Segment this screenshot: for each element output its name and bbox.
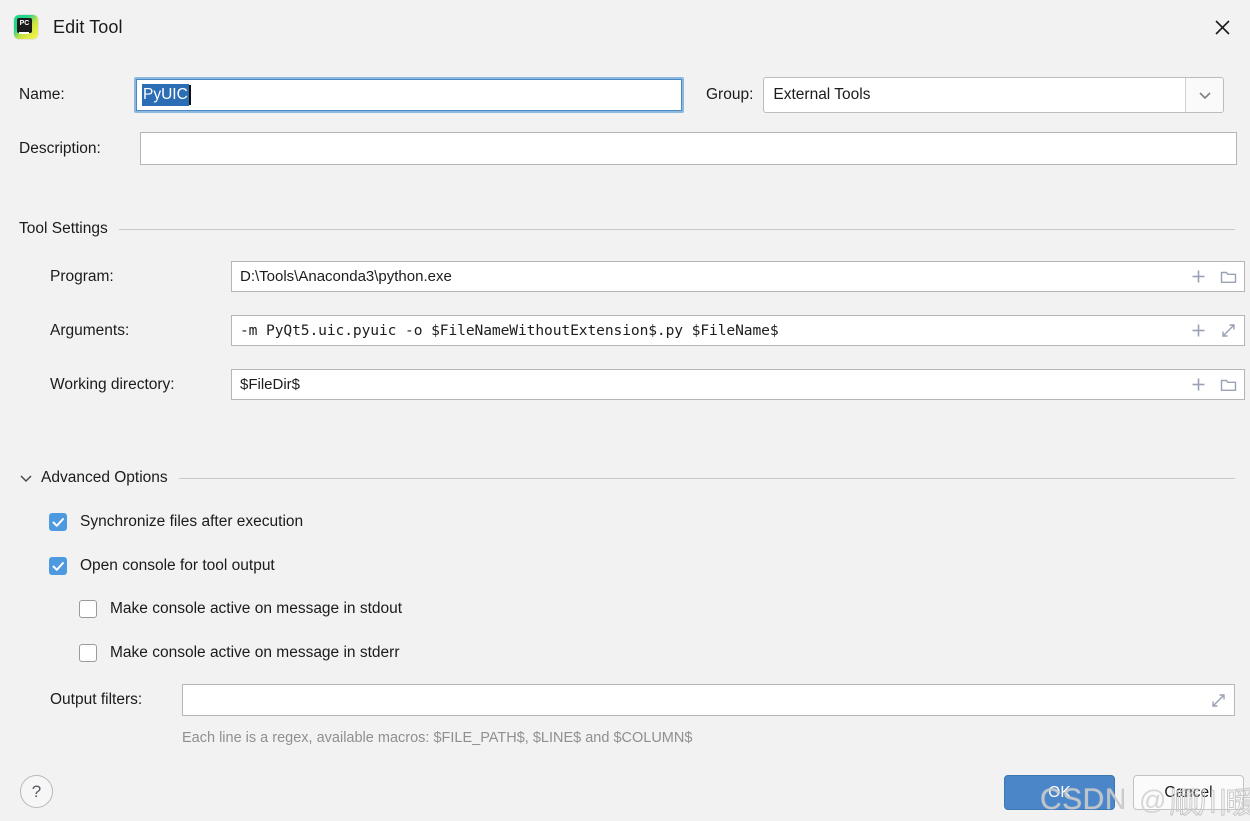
group-select-value: External Tools xyxy=(773,86,871,103)
arguments-input[interactable]: -m PyQt5.uic.pyuic -o $FileNameWithoutEx… xyxy=(231,315,1245,346)
cancel-button-label: Cancel xyxy=(1164,783,1213,801)
checkbox-label: Synchronize files after execution xyxy=(80,513,304,530)
pycharm-icon-bar xyxy=(19,32,29,34)
chevron-down-icon[interactable] xyxy=(19,471,33,485)
working-directory-input-value: $FileDir$ xyxy=(240,376,301,393)
working-directory-input[interactable]: $FileDir$ xyxy=(231,369,1245,400)
checkbox-console-active-stdout[interactable]: Make console active on message in stdout xyxy=(79,600,402,618)
working-directory-field-icons xyxy=(1189,370,1238,399)
output-filters-row: Output filters: xyxy=(50,684,1235,716)
arguments-field-icons xyxy=(1189,316,1238,345)
tool-settings-section-header: Tool Settings xyxy=(19,220,1235,238)
output-filters-hint: Each line is a regex, available macros: … xyxy=(182,730,693,746)
folder-icon[interactable] xyxy=(1219,267,1238,286)
title-bar: PC Edit Tool xyxy=(0,0,1250,54)
group-label: Group: xyxy=(706,86,754,103)
pycharm-icon-label: PC xyxy=(17,18,32,33)
checkbox-open-console[interactable]: Open console for tool output xyxy=(49,557,275,575)
name-input[interactable]: PyUIC xyxy=(134,77,684,113)
name-row: Name: PyUIC xyxy=(19,77,684,113)
checkbox-unchecked-icon xyxy=(79,600,97,618)
expand-arrows-icon[interactable] xyxy=(1219,321,1238,340)
program-input[interactable]: D:\Tools\Anaconda3\python.exe xyxy=(231,261,1245,292)
checkbox-label: Open console for tool output xyxy=(80,557,275,574)
working-directory-row: Working directory: $FileDir$ xyxy=(50,369,1245,400)
close-icon[interactable] xyxy=(1206,11,1238,43)
output-filters-field-icons xyxy=(1209,685,1228,715)
tool-settings-title: Tool Settings xyxy=(19,220,108,237)
plus-icon[interactable] xyxy=(1189,375,1208,394)
output-filters-input[interactable] xyxy=(182,684,1235,716)
expand-arrows-icon[interactable] xyxy=(1209,691,1228,710)
checkbox-checked-icon xyxy=(49,513,67,531)
help-button[interactable]: ? xyxy=(20,775,53,808)
text-caret xyxy=(188,85,191,105)
section-divider xyxy=(178,477,1235,479)
ok-button[interactable]: OK xyxy=(1004,775,1115,810)
group-select[interactable]: External Tools xyxy=(763,77,1225,113)
advanced-options-title: Advanced Options xyxy=(41,469,168,486)
program-label: Program: xyxy=(50,267,114,285)
description-row: Description: xyxy=(19,132,1237,165)
checkbox-label: Make console active on message in stdout xyxy=(110,600,403,617)
name-input-value: PyUIC xyxy=(142,84,189,106)
edit-tool-dialog: PC Edit Tool Name: PyUIC Group: External… xyxy=(0,0,1250,821)
ok-button-label: OK xyxy=(1048,783,1071,801)
plus-icon[interactable] xyxy=(1189,267,1208,286)
output-filters-label: Output filters: xyxy=(50,691,143,708)
arguments-row: Arguments: -m PyQt5.uic.pyuic -o $FileNa… xyxy=(50,315,1245,346)
chevron-down-icon[interactable] xyxy=(1185,78,1224,112)
checkbox-console-active-stderr[interactable]: Make console active on message in stderr xyxy=(79,644,399,662)
advanced-options-section-header[interactable]: Advanced Options xyxy=(19,469,1235,487)
folder-icon[interactable] xyxy=(1219,375,1238,394)
arguments-input-value: -m PyQt5.uic.pyuic -o $FileNameWithoutEx… xyxy=(240,322,779,339)
arguments-label: Arguments: xyxy=(50,321,130,339)
description-label: Description: xyxy=(19,139,101,157)
name-input-inner: PyUIC xyxy=(136,79,682,111)
checkbox-synchronize-files[interactable]: Synchronize files after execution xyxy=(49,513,303,531)
name-label: Name: xyxy=(19,86,65,103)
checkbox-label: Make console active on message in stderr xyxy=(110,644,400,661)
program-input-value: D:\Tools\Anaconda3\python.exe xyxy=(240,268,452,285)
plus-icon[interactable] xyxy=(1189,321,1208,340)
question-mark-icon: ? xyxy=(31,781,42,801)
description-input[interactable] xyxy=(140,132,1237,165)
page-title: Edit Tool xyxy=(53,16,123,37)
checkbox-checked-icon xyxy=(49,557,67,575)
section-divider xyxy=(118,228,1235,230)
program-row: Program: D:\Tools\Anaconda3\python.exe xyxy=(50,261,1245,292)
program-field-icons xyxy=(1189,262,1238,291)
group-row: Group: External Tools xyxy=(706,77,1225,113)
checkbox-unchecked-icon xyxy=(79,644,97,662)
cancel-button[interactable]: Cancel xyxy=(1133,775,1244,810)
pycharm-icon: PC xyxy=(14,15,38,39)
working-directory-label: Working directory: xyxy=(50,375,175,393)
